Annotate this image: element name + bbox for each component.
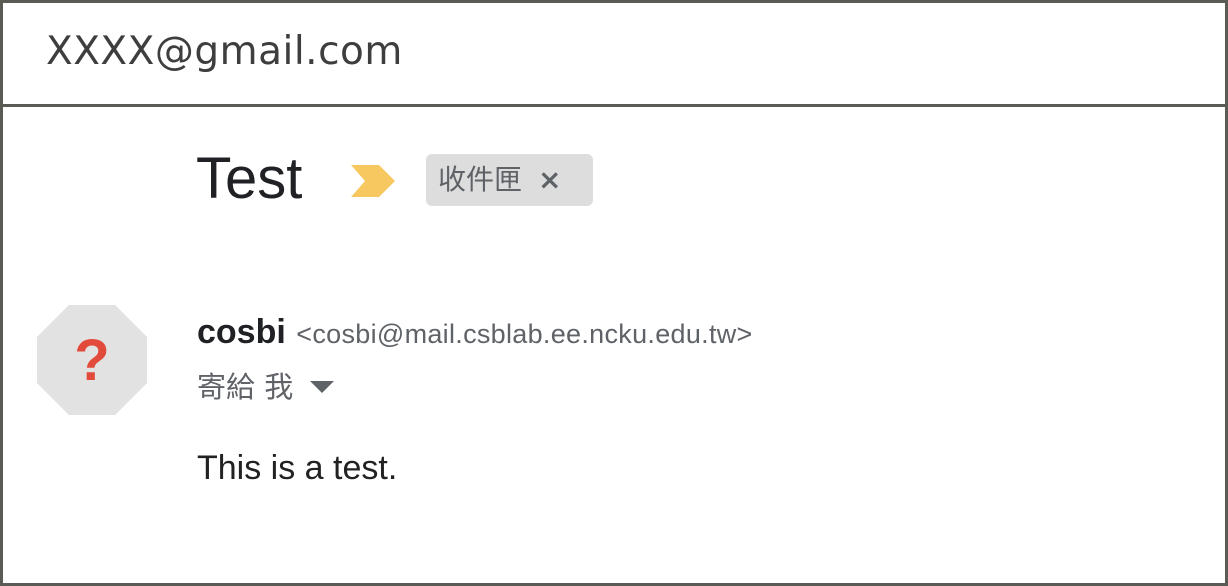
recipient-text: 寄給 我 [197,370,294,404]
chevron-down-icon[interactable] [309,380,335,394]
sender-line: cosbi <cosbi@mail.csblab.ee.ncku.edu.tw> [197,312,753,359]
importance-arrow-icon[interactable] [349,163,397,199]
email-window: XXXX@gmail.com Test 收件匣 × ? cosbi <cosbi… [0,0,1228,586]
recipient-line: 寄給 我 [197,369,335,405]
label-chip-text: 收件匣 [438,163,523,196]
unknown-sender-avatar-icon: ? [37,305,147,415]
close-icon[interactable]: × [538,165,561,195]
account-header: XXXX@gmail.com [3,3,1225,107]
sender-email: <cosbi@mail.csblab.ee.ncku.edu.tw> [296,319,753,349]
sender-name: cosbi [197,313,286,351]
message-body: This is a test. [197,449,398,487]
label-chip-inbox[interactable]: 收件匣 × [426,154,593,206]
message-subject: Test [196,146,303,211]
svg-text:?: ? [74,328,109,393]
account-email: XXXX@gmail.com [46,29,403,74]
